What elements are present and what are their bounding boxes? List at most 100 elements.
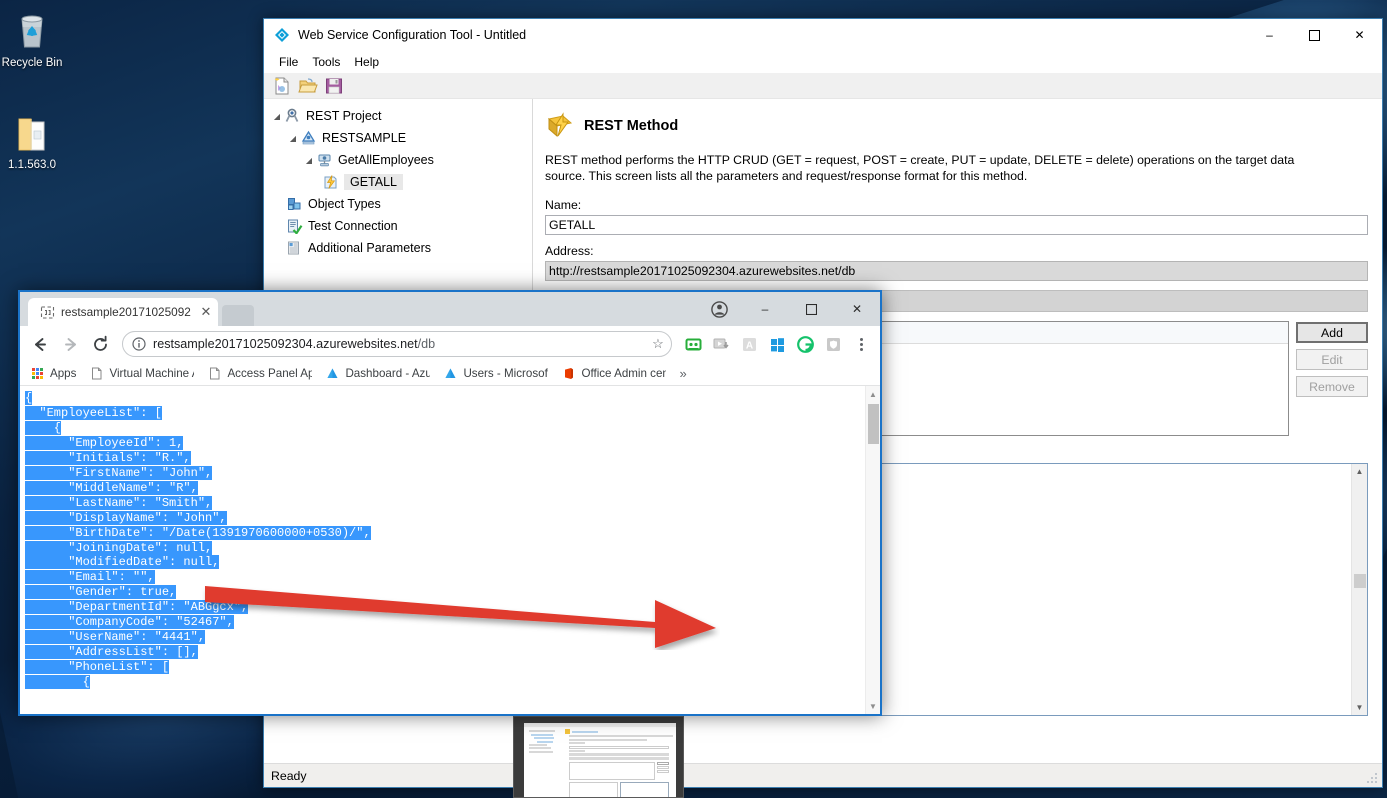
tree-item-object-types[interactable]: Object Types: [264, 193, 532, 215]
page-info-icon[interactable]: [132, 337, 146, 351]
selected-json-text[interactable]: { "EmployeeList": [ { "EmployeeId": 1, "…: [25, 391, 371, 690]
tree-item-label: REST Project: [306, 109, 382, 123]
page-icon: [40, 305, 55, 320]
bookmark-access-panel[interactable]: Access Panel Applicat: [201, 367, 319, 381]
address-input[interactable]: [545, 261, 1368, 281]
tree-item-label: GetAllEmployees: [338, 153, 434, 167]
app-toolbar: [264, 73, 1382, 99]
app-window-thumbnail[interactable]: [513, 716, 684, 798]
browser-maximize-button[interactable]: [788, 292, 834, 326]
resize-grip-icon[interactable]: [1365, 771, 1379, 785]
svg-text:A: A: [745, 340, 752, 351]
letter-a-icon[interactable]: A: [736, 331, 762, 357]
grammarly-icon[interactable]: [792, 331, 818, 357]
add-button[interactable]: Add: [1296, 322, 1368, 343]
service-icon: [300, 130, 317, 146]
robot-icon[interactable]: [680, 331, 706, 357]
windows-logo-icon[interactable]: [764, 331, 790, 357]
desktop-icon-recycle-bin[interactable]: Recycle Bin: [0, 8, 70, 70]
close-icon[interactable]: ✕: [198, 304, 214, 320]
profile-avatar-icon[interactable]: [696, 292, 742, 326]
browser-close-button[interactable]: ✕: [834, 292, 880, 326]
app-diamond-icon: [274, 27, 290, 43]
browser-tab[interactable]: restsample2017102509​2 ✕: [28, 298, 218, 326]
app-menu-bar: File Tools Help: [264, 51, 1382, 73]
tree-item-label: Object Types: [308, 197, 381, 211]
tree-item-label: Additional Parameters: [308, 241, 431, 255]
tree-item-label: Test Connection: [308, 219, 398, 233]
app-status-bar: Ready: [264, 763, 1382, 787]
apps-grid-icon: [31, 367, 45, 381]
shield-icon[interactable]: [820, 331, 846, 357]
save-floppy-icon[interactable]: [324, 76, 344, 96]
menu-item-file[interactable]: File: [272, 53, 305, 71]
bookmark-label: Users - Microsoft Azu: [463, 367, 549, 380]
app-title-text: Web Service Configuration Tool - Untitle…: [298, 28, 527, 42]
scroll-thumb[interactable]: [1353, 573, 1366, 588]
tree-item-test-connection[interactable]: Test Connection: [264, 215, 532, 237]
scroll-down-arrow-icon[interactable]: ▼: [869, 698, 877, 714]
bookmark-users-microsoft-azure[interactable]: Users - Microsoft Azu: [437, 367, 555, 381]
kebab-menu-icon[interactable]: [848, 331, 874, 357]
chrome-browser-window[interactable]: restsample2017102509​2 ✕ – ✕: [18, 290, 882, 716]
page-scrollbar[interactable]: ▲ ▼: [865, 386, 880, 714]
browser-window-controls: – ✕: [696, 292, 880, 326]
menu-item-help[interactable]: Help: [347, 53, 386, 71]
test-connection-icon: [286, 218, 303, 235]
detail-header: REST Method: [545, 111, 1368, 141]
bookmark-dashboard-azure[interactable]: Dashboard - Azure A: [319, 367, 437, 381]
browser-tab-strip[interactable]: restsample2017102509​2 ✕ – ✕: [20, 292, 880, 326]
app-maximize-button[interactable]: [1292, 19, 1337, 51]
tree-item-restsample[interactable]: ◢ RESTSAMPLE: [264, 127, 532, 149]
name-input[interactable]: [545, 215, 1368, 235]
tree-item-additional-parameters[interactable]: Additional Parameters: [264, 237, 532, 259]
bookmark-star-icon[interactable]: ☆: [649, 336, 667, 352]
sample-response-scrollbar[interactable]: ▲ ▼: [1351, 464, 1367, 715]
url-host: restsample20171025092304.azurewebsites.n…: [153, 337, 418, 351]
browser-toolbar: restsample20171025092304.azurewebsites.n…: [20, 326, 880, 362]
edit-button[interactable]: Edit: [1296, 349, 1368, 370]
thumbnail-content: [524, 723, 676, 797]
address-bar-url[interactable]: restsample20171025092304.azurewebsites.n…: [153, 337, 642, 351]
app-minimize-button[interactable]: –: [1247, 19, 1292, 51]
method-icon: [322, 174, 339, 190]
bookmark-virtual-machine[interactable]: Virtual Machine Acqu: [83, 367, 201, 381]
bookmark-office-admin-center[interactable]: Office Admin center -: [555, 367, 673, 381]
page-icon: [90, 367, 104, 381]
recycle-bin-icon: [0, 8, 70, 54]
new-document-icon[interactable]: [272, 76, 292, 96]
scroll-down-arrow-icon[interactable]: ▼: [1356, 700, 1364, 715]
menu-item-tools[interactable]: Tools: [305, 53, 347, 71]
chevron-expanded-icon[interactable]: ◢: [302, 156, 316, 165]
tree-item-label: RESTSAMPLE: [322, 131, 407, 145]
tree-item-rest-project[interactable]: ◢ REST Project: [264, 105, 532, 127]
browser-minimize-button[interactable]: –: [742, 292, 788, 326]
app-close-button[interactable]: ✕: [1337, 19, 1382, 51]
browser-page-content[interactable]: { "EmployeeList": [ { "EmployeeId": 1, "…: [20, 386, 880, 714]
chevron-expanded-icon[interactable]: ◢: [270, 112, 284, 121]
new-tab-button[interactable]: [222, 305, 254, 326]
bookmarks-overflow-icon[interactable]: »: [673, 366, 692, 381]
back-icon[interactable]: [26, 330, 54, 358]
bookmark-apps[interactable]: Apps: [24, 367, 83, 381]
azure-icon: [444, 367, 458, 381]
tree-item-label: GETALL: [344, 174, 404, 190]
app-title-bar[interactable]: Web Service Configuration Tool - Untitle…: [264, 19, 1382, 51]
app-window-controls: – ✕: [1247, 19, 1382, 51]
scroll-up-arrow-icon[interactable]: ▲: [1356, 464, 1364, 479]
bookmark-label: Office Admin center -: [581, 367, 666, 380]
desktop-icon-folder[interactable]: 1.1.563.0: [0, 110, 70, 172]
chevron-expanded-icon[interactable]: ◢: [286, 134, 300, 143]
tree-item-getall[interactable]: GETALL: [264, 171, 532, 193]
address-bar[interactable]: restsample20171025092304.azurewebsites.n…: [122, 331, 672, 357]
scroll-up-arrow-icon[interactable]: ▲: [869, 386, 877, 402]
reload-icon[interactable]: [86, 330, 114, 358]
video-download-icon[interactable]: [708, 331, 734, 357]
scroll-thumb[interactable]: [867, 404, 879, 444]
open-folder-icon[interactable]: [298, 76, 318, 96]
remove-button[interactable]: Remove: [1296, 376, 1368, 397]
json-response-body[interactable]: { "EmployeeList": [ { "EmployeeId": 1, "…: [20, 386, 865, 714]
tree-item-getallemployees[interactable]: ◢ GetAllEmployees: [264, 149, 532, 171]
forward-icon[interactable]: [56, 330, 84, 358]
desktop-icon-label: 1.1.563.0: [8, 159, 56, 171]
